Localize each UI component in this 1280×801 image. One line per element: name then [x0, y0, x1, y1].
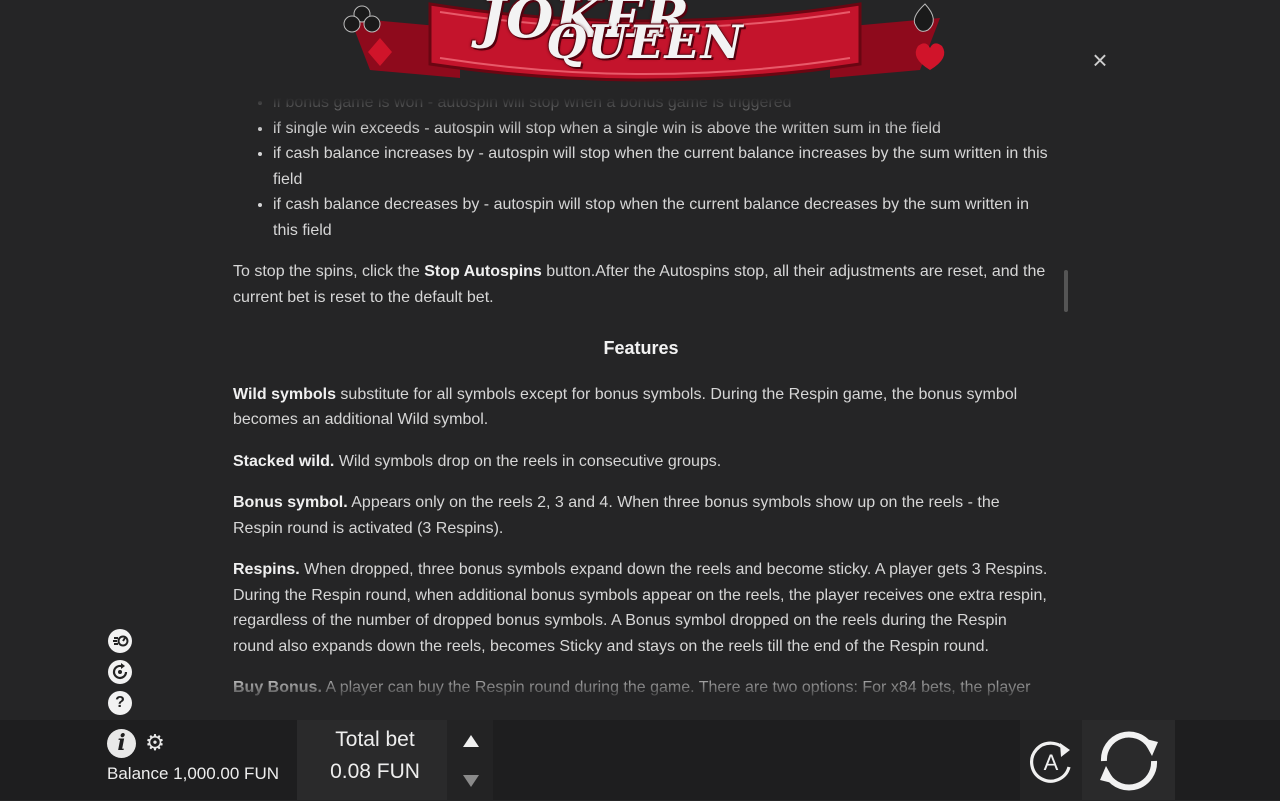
autoplay-letter: A	[1044, 750, 1059, 775]
turbo-icon[interactable]	[108, 629, 132, 653]
game-logo: JOKER QUEEN	[340, 0, 950, 90]
info-icon[interactable]: i	[107, 729, 136, 758]
balance-display: Balance 1,000.00 FUN	[107, 764, 279, 783]
autoplay-icon: A	[1030, 741, 1071, 783]
spin-icon	[1100, 731, 1158, 791]
autoplay-button[interactable]: A	[1026, 737, 1076, 787]
bet-arrows-panel	[447, 720, 493, 800]
gear-icon[interactable]: ⚙	[144, 732, 166, 754]
help-icon[interactable]: ?	[108, 691, 132, 715]
history-icon[interactable]	[108, 660, 132, 684]
autospin-stop-conditions: if bonus game is won - autospin will sto…	[233, 92, 1049, 243]
close-button[interactable]: ×	[1088, 47, 1112, 73]
spin-button[interactable]	[1094, 726, 1164, 796]
scrollbar-thumb[interactable]	[1064, 270, 1068, 312]
list-item: if cash balance increases by - autospin …	[273, 141, 1049, 192]
stop-autospins-paragraph: To stop the spins, click the Stop Autosp…	[233, 263, 1046, 306]
feature-paragraph: Bonus symbol. Appears only on the reels …	[233, 494, 1000, 537]
total-bet-label: Total bet	[335, 728, 415, 751]
feature-paragraph: Respins. When dropped, three bonus symbo…	[233, 561, 1048, 655]
bet-decrease-icon[interactable]	[463, 775, 479, 787]
rules-content[interactable]: if bonus game is won - autospin will sto…	[233, 92, 1049, 704]
feature-paragraph: Wild symbols substitute for all symbols …	[233, 385, 1018, 429]
feature-paragraph: Buy Bonus. A player can buy the Respin r…	[233, 679, 1031, 696]
feature-paragraph: Stacked wild. Wild symbols drop on the r…	[233, 452, 722, 470]
list-item: if cash balance decreases by - autospin …	[273, 192, 1049, 243]
bet-increase-icon[interactable]	[463, 735, 479, 747]
list-item: if single win exceeds - autospin will st…	[273, 116, 1049, 142]
stop-autospins-term: Stop Autospins	[424, 263, 542, 280]
total-bet-value: 0.08 FUN	[330, 760, 420, 783]
list-item: if bonus game is won - autospin will sto…	[273, 92, 1049, 116]
features-heading: Features	[603, 338, 679, 358]
logo-word-queen: QUEEN	[546, 15, 744, 69]
